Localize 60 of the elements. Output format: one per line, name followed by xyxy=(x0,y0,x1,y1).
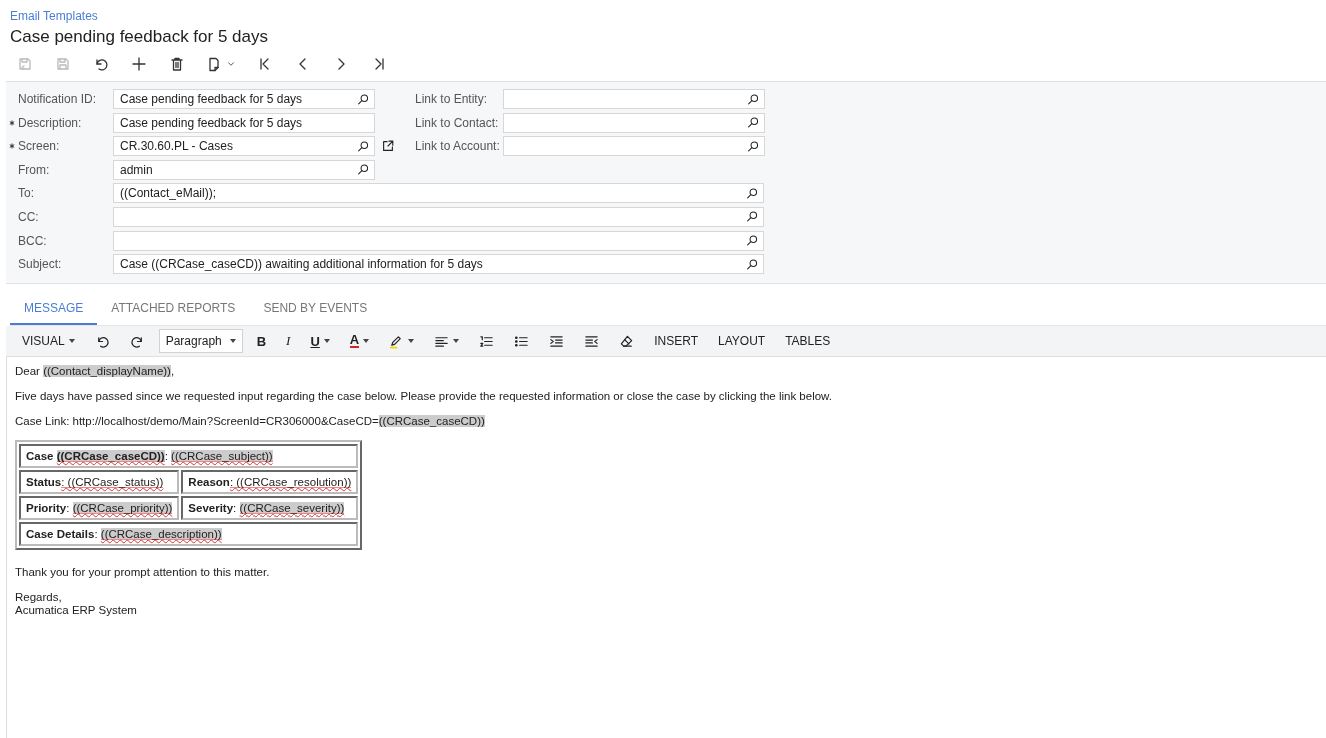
text-field[interactable]: ((Contact_eMail)); xyxy=(113,183,764,204)
caret-icon xyxy=(226,59,236,69)
text-field[interactable] xyxy=(503,112,765,133)
table-cell: Reason: ((CRCase_resolution)) xyxy=(181,470,359,495)
text-field[interactable]: Case pending feedback for 5 days xyxy=(113,89,375,109)
table-cell: Severity: ((CRCase_severity)) xyxy=(181,496,359,521)
signature-line: Acumatica ERP System xyxy=(15,604,137,618)
tab[interactable]: SEND BY EVENTS xyxy=(249,292,382,326)
table-cell: Priority: ((CRCase_priority)) xyxy=(19,496,180,521)
menu-button[interactable]: LAYOUT xyxy=(712,329,772,354)
field-label: To: xyxy=(17,186,35,201)
menu-button[interactable]: INSERT xyxy=(648,329,704,354)
save-icon xyxy=(55,56,71,72)
plus-icon xyxy=(131,56,147,72)
bold-button[interactable]: B xyxy=(250,329,273,354)
text-field[interactable] xyxy=(503,89,765,109)
field-label: Link to Contact: xyxy=(415,115,500,130)
text-field[interactable]: CR.30.60.PL - Cases xyxy=(113,136,375,157)
text-field[interactable] xyxy=(113,206,764,227)
outdent-icon xyxy=(584,333,600,349)
mode-dropdown[interactable]: VISUAL xyxy=(16,329,81,354)
indent-icon xyxy=(549,333,565,349)
field-label: Description: xyxy=(6,115,113,130)
text-field[interactable]: admin xyxy=(113,159,375,180)
signature-line: Regards, xyxy=(15,591,62,605)
table-cell: Status: ((CRCase_status)) xyxy=(19,470,180,495)
tab[interactable]: ATTACHED REPORTS xyxy=(97,292,250,326)
font-color-button[interactable]: A xyxy=(343,329,376,354)
table-cell: Case ((CRCase_caseCD)): ((CRCase_subject)) xyxy=(19,444,359,469)
page-title: Case pending feedback for 5 days xyxy=(10,27,268,47)
trash-icon xyxy=(169,56,185,72)
underline-button[interactable]: U xyxy=(304,329,336,354)
paragraph: Five days have passed since we requested input regarding the case below. Please provide the requested information or close the case by clicking the link below. xyxy=(15,390,832,403)
field-label: From: xyxy=(17,162,51,177)
eraser-icon xyxy=(619,333,635,349)
save-icon xyxy=(17,56,33,72)
format-select[interactable]: Paragraph xyxy=(158,329,243,354)
undo-icon xyxy=(93,56,109,72)
numbered-list-icon xyxy=(479,333,495,349)
menu-button[interactable]: TABLES xyxy=(779,329,837,354)
text-field[interactable]: Case ((CRCase_caseCD)) awaiting additional information for 5 days xyxy=(113,254,764,275)
italic-button[interactable]: I xyxy=(280,329,297,354)
paragraph: Thank you for your prompt attention to this matter. xyxy=(15,566,270,579)
field-label: Link to Entity: xyxy=(415,92,489,106)
text-field[interactable]: Case pending feedback for 5 days xyxy=(113,112,375,133)
text-field[interactable] xyxy=(503,136,765,157)
field-label: BCC: xyxy=(17,233,48,248)
field-label: CC: xyxy=(17,209,40,224)
field-label: Screen: xyxy=(6,139,113,154)
bullet-list-icon xyxy=(514,333,530,349)
field-label: Subject: xyxy=(17,257,63,272)
document-icon xyxy=(206,56,222,72)
external-link-icon[interactable] xyxy=(381,139,395,154)
breadcrumb-link[interactable]: Email Templates xyxy=(10,9,98,23)
paragraph: Dear ((Contact_displayName)), xyxy=(15,365,175,378)
field-label: Link to Account: xyxy=(415,139,501,154)
table-cell: Case Details: ((CRCase_description)) xyxy=(19,522,359,547)
text-field[interactable] xyxy=(113,230,764,251)
paragraph: Case Link: http://localhost/demo/Main?ScreenId=CR306000&CaseCD=((CRCase_caseCD)) xyxy=(15,415,485,428)
field-label: Notification ID: xyxy=(17,92,98,106)
